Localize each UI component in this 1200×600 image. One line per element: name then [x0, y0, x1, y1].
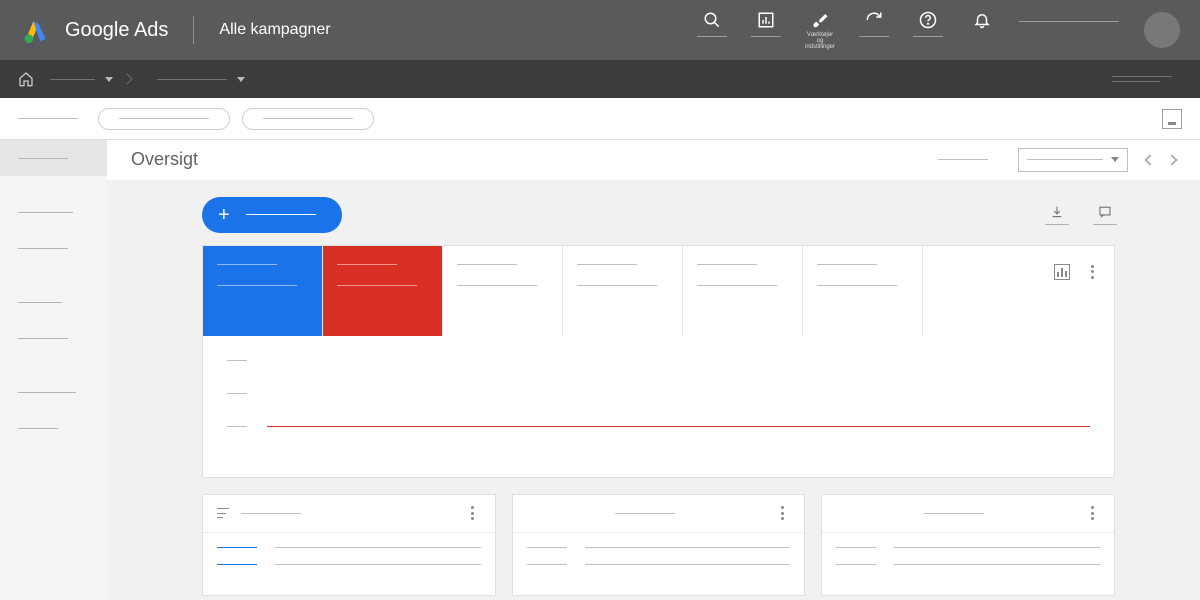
summary-card-1: [202, 494, 496, 596]
sidebar-item[interactable]: [0, 410, 107, 446]
feedback-icon[interactable]: [1095, 205, 1115, 225]
page-title: Oversigt: [131, 149, 198, 170]
metric-card-4[interactable]: [563, 246, 683, 336]
sidebar-item[interactable]: [0, 230, 107, 266]
metric-card-5[interactable]: [683, 246, 803, 336]
breadcrumb-level-2[interactable]: [157, 77, 245, 82]
sub-bar-right[interactable]: [1112, 76, 1172, 82]
sidebar-item[interactable]: [0, 194, 107, 230]
page-header: Oversigt: [107, 140, 1200, 181]
chart-series-line: [267, 426, 1090, 427]
chevron-down-icon: [237, 77, 245, 82]
metric-card-3[interactable]: [443, 246, 563, 336]
avatar[interactable]: [1144, 12, 1180, 48]
sidebar: [0, 140, 107, 600]
more-icon[interactable]: [465, 505, 481, 521]
top-icons: Værktøjer og indstillinger: [695, 10, 999, 50]
sidebar-item[interactable]: [0, 320, 107, 356]
filter-pill-1[interactable]: [98, 108, 230, 130]
google-ads-logo-icon: [20, 15, 50, 45]
download-icon[interactable]: [1047, 205, 1067, 225]
date-range-select[interactable]: [1018, 148, 1128, 172]
chevron-down-icon: [1111, 157, 1119, 162]
chart-icon[interactable]: [1054, 264, 1070, 280]
chevron-down-icon: [105, 77, 113, 82]
sidebar-item[interactable]: [0, 374, 107, 410]
plus-icon: +: [218, 205, 230, 225]
tools-icon[interactable]: [810, 10, 830, 30]
chart-area: [203, 336, 1114, 477]
filter-label: [18, 118, 78, 119]
sidebar-item-overview[interactable]: [0, 140, 107, 176]
header-label: [938, 159, 988, 160]
more-icon[interactable]: [774, 505, 790, 521]
divider: [193, 16, 194, 44]
breadcrumb-level-1[interactable]: [50, 77, 113, 82]
breadcrumb-bar: [0, 60, 1200, 98]
next-icon[interactable]: [1166, 154, 1177, 165]
search-icon[interactable]: [702, 10, 722, 30]
app-name: Google Ads: [65, 19, 168, 42]
metric-card-1[interactable]: [203, 246, 323, 336]
help-icon[interactable]: [918, 10, 938, 30]
summary-card-2: [512, 494, 806, 596]
account-label[interactable]: [1019, 21, 1119, 22]
new-campaign-button[interactable]: +: [202, 197, 342, 233]
page-context[interactable]: Alle kampagner: [219, 21, 330, 39]
more-icon[interactable]: [1084, 264, 1100, 280]
prev-icon[interactable]: [1144, 154, 1155, 165]
content: +: [107, 181, 1200, 600]
filter-bar: [0, 98, 1200, 140]
top-bar: Google Ads Alle kampagner Værktøjer og i…: [0, 0, 1200, 60]
tools-label: Værktøjer og indstillinger: [803, 32, 837, 50]
summary-card-3: [821, 494, 1115, 596]
sort-icon[interactable]: [217, 508, 229, 518]
refresh-icon[interactable]: [864, 10, 884, 30]
reports-icon[interactable]: [756, 10, 776, 30]
notifications-icon[interactable]: [972, 10, 992, 30]
filter-pill-2[interactable]: [242, 108, 374, 130]
chevron-right-icon: [121, 73, 132, 84]
sidebar-item[interactable]: [0, 284, 107, 320]
metrics-panel: [202, 245, 1115, 478]
save-view-icon[interactable]: [1162, 109, 1182, 129]
metric-card-6[interactable]: [803, 246, 923, 336]
home-icon[interactable]: [18, 71, 34, 87]
metric-card-2[interactable]: [323, 246, 443, 336]
main: Oversigt +: [107, 140, 1200, 600]
more-icon[interactable]: [1084, 505, 1100, 521]
